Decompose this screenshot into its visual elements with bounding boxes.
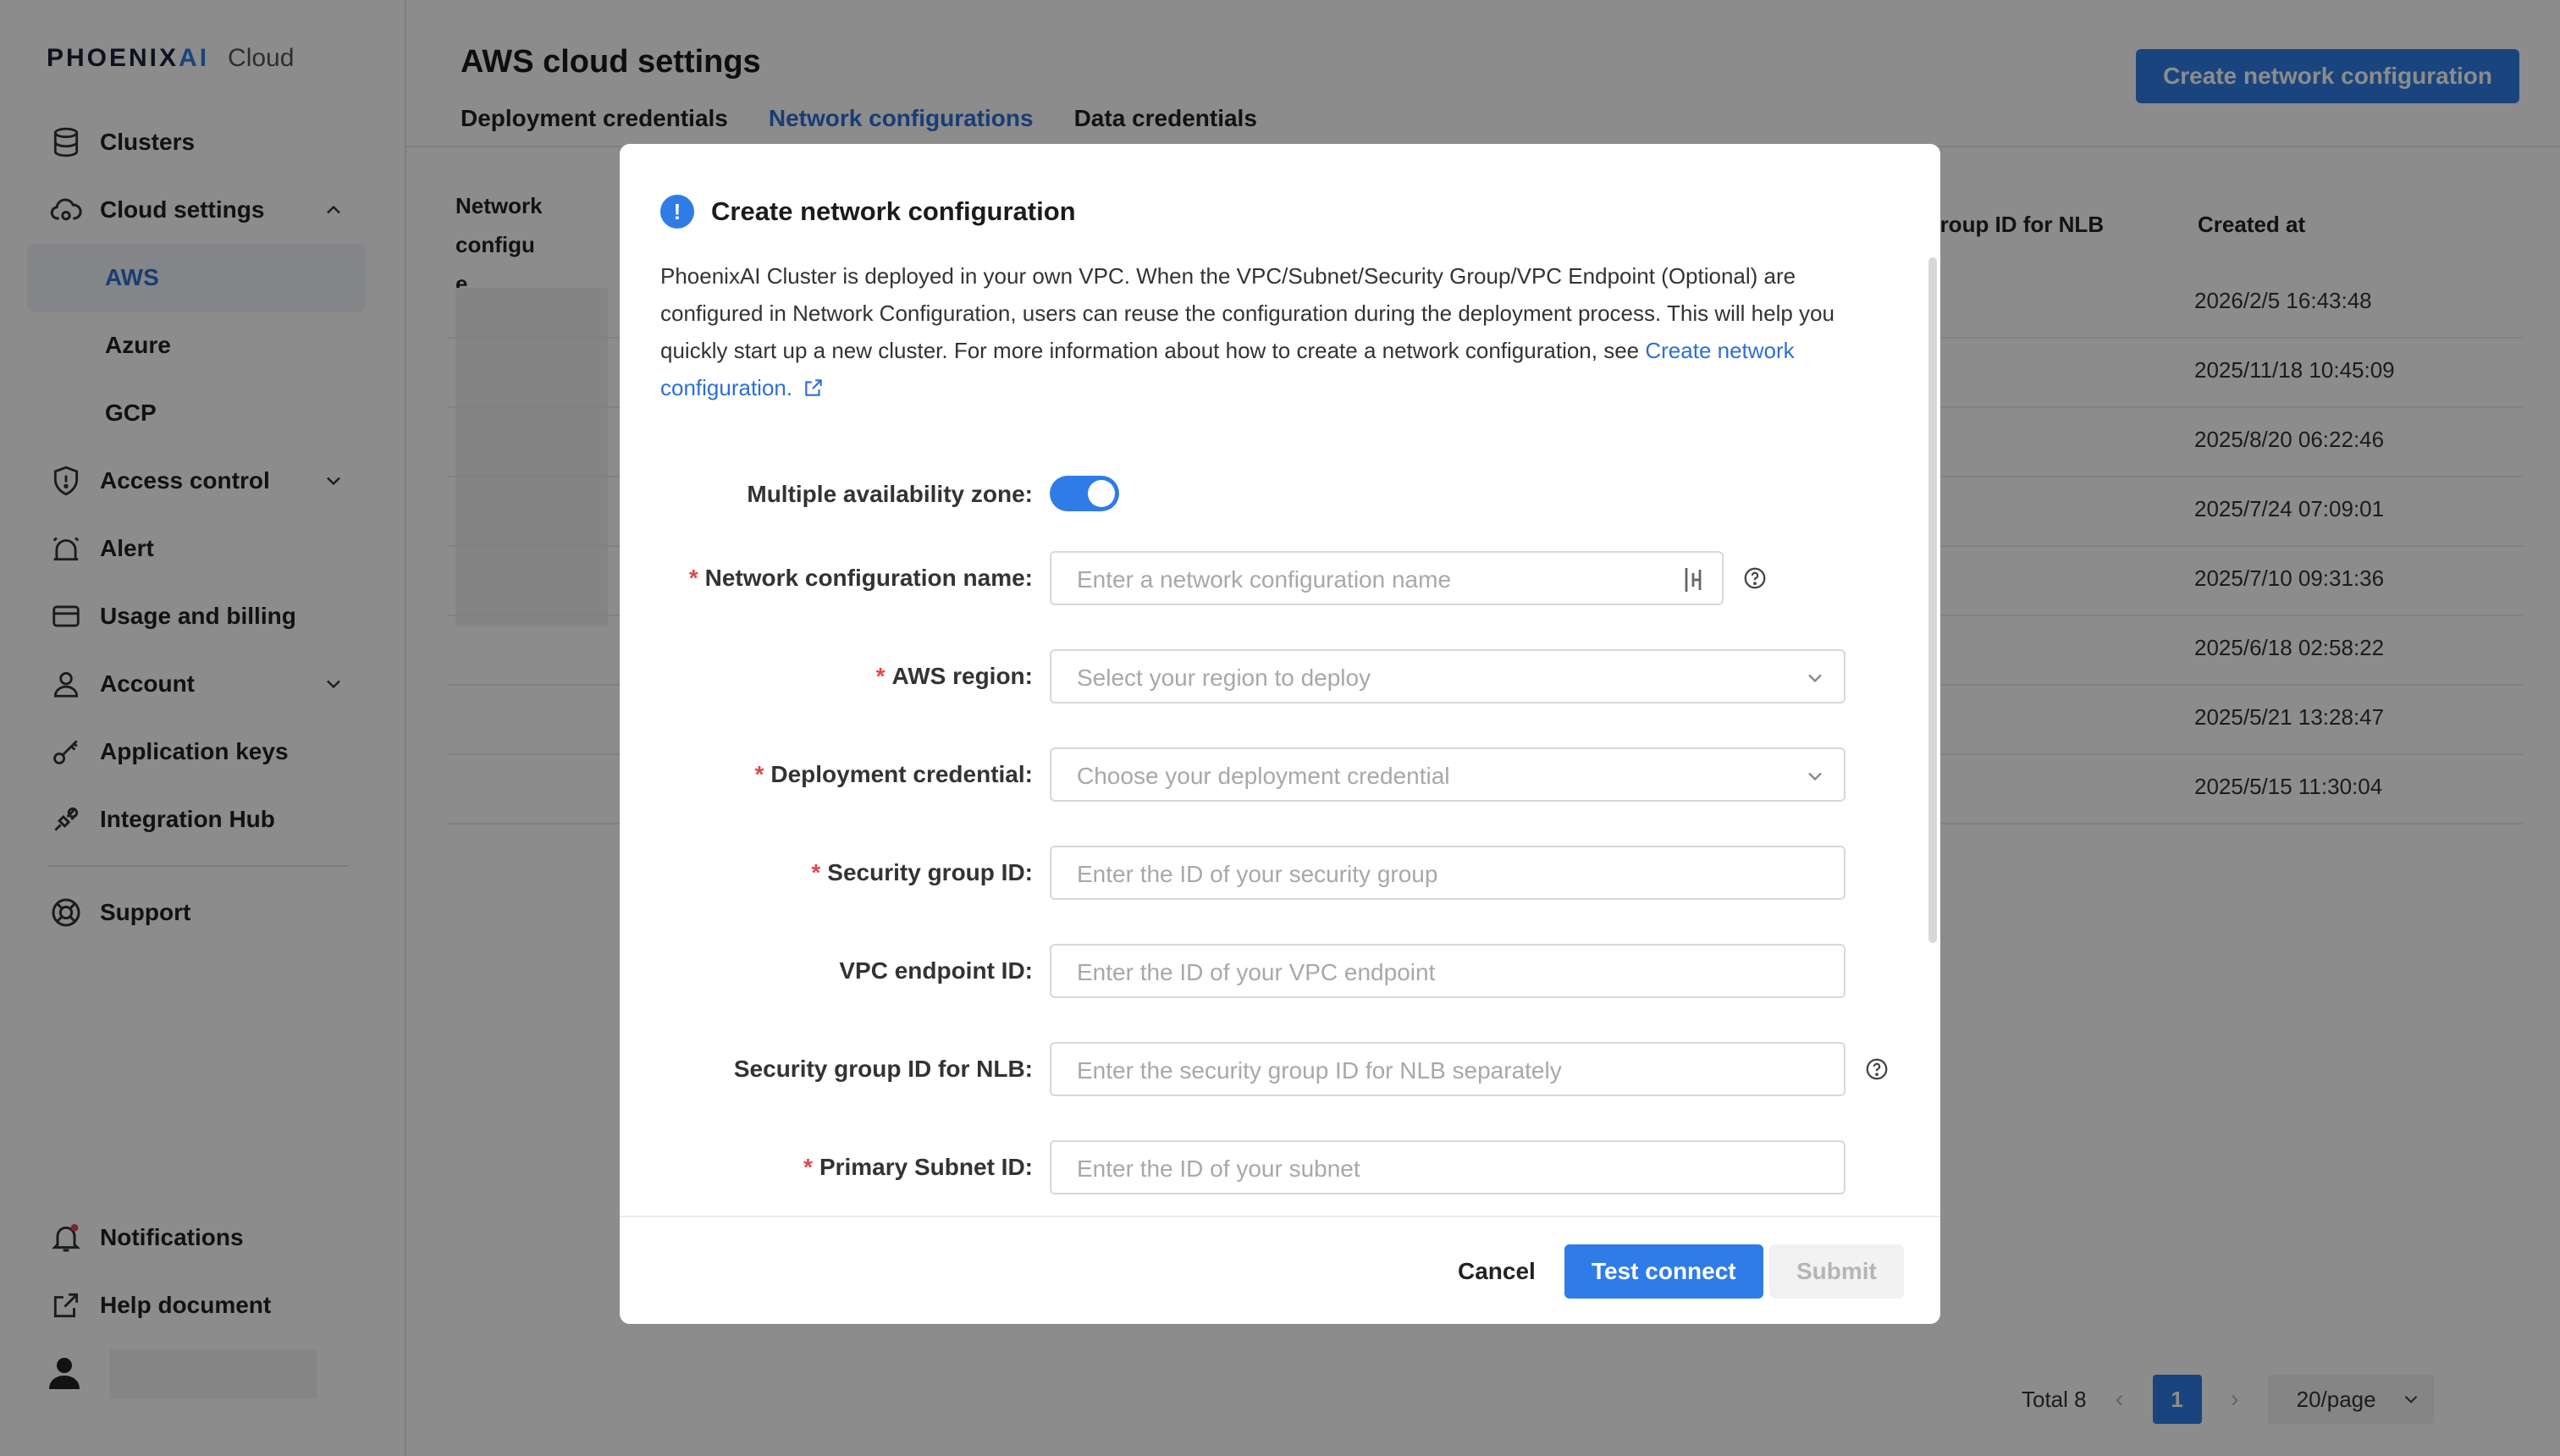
submit-button[interactable]: Submit [1769, 1244, 1904, 1299]
field-label: Security group ID for NLB: [733, 1056, 1033, 1082]
field-label: * Primary Subnet ID: [803, 1154, 1033, 1180]
dialog-title: Create network configuration [711, 196, 1076, 226]
security-group-nlb-input[interactable]: Enter the security group ID for NLB sepa… [1050, 1042, 1846, 1096]
field-network-config-name: * Network configuration name: Enter a net… [620, 551, 1940, 605]
field-multi-az: Multiple availability zone: [620, 467, 1940, 521]
cancel-button[interactable]: Cancel [1432, 1244, 1561, 1299]
security-group-input[interactable]: Enter the ID of your security group [1050, 846, 1846, 900]
field-vpc-endpoint: VPC endpoint ID: Enter the ID of your VP… [620, 944, 1940, 998]
field-label: * Security group ID: [811, 859, 1033, 885]
dialog-header: ! Create network configuration [660, 195, 1076, 229]
dialog-description: PhoenixAI Cluster is deployed in your ow… [660, 263, 1834, 400]
dialog-footer: Cancel Test connect Submit [620, 1216, 1940, 1324]
field-primary-subnet: * Primary Subnet ID: Enter the ID of your… [620, 1140, 1940, 1194]
multi-az-toggle[interactable] [1050, 476, 1119, 511]
help-icon[interactable] [1864, 1056, 1890, 1082]
field-aws-region: * AWS region: Select your region to deplo… [620, 649, 1940, 703]
field-label: Multiple availability zone: [747, 481, 1033, 507]
vpc-endpoint-input[interactable]: Enter the ID of your VPC endpoint [1050, 944, 1846, 998]
help-icon[interactable] [1742, 565, 1768, 591]
create-network-configuration-dialog: ! Create network configuration PhoenixAI… [620, 144, 1940, 1324]
field-deployment-credential: * Deployment credential: Choose your depl… [620, 747, 1940, 802]
info-icon: ! [660, 195, 694, 229]
chevron-down-icon [1808, 772, 1822, 781]
primary-subnet-input[interactable]: Enter the ID of your subnet [1050, 1140, 1846, 1194]
password-manager-icon[interactable] [1683, 565, 1710, 595]
deployment-credential-select[interactable]: Choose your deployment credential [1050, 747, 1846, 802]
external-link-icon[interactable] [803, 377, 825, 399]
field-security-group-nlb: Security group ID for NLB: Enter the sec… [620, 1042, 1940, 1096]
aws-region-select[interactable]: Select your region to deploy [1050, 649, 1846, 703]
field-security-group: * Security group ID: Enter the ID of your… [620, 846, 1940, 900]
field-label: * Network configuration name: [688, 565, 1033, 591]
test-connect-button[interactable]: Test connect [1564, 1244, 1763, 1299]
field-label: * Deployment credential: [754, 761, 1033, 787]
field-label: * AWS region: [875, 663, 1033, 689]
field-label: VPC endpoint ID: [839, 957, 1033, 984]
network-config-name-input[interactable]: Enter a network configuration name [1050, 551, 1724, 605]
chevron-down-icon [1808, 674, 1822, 683]
